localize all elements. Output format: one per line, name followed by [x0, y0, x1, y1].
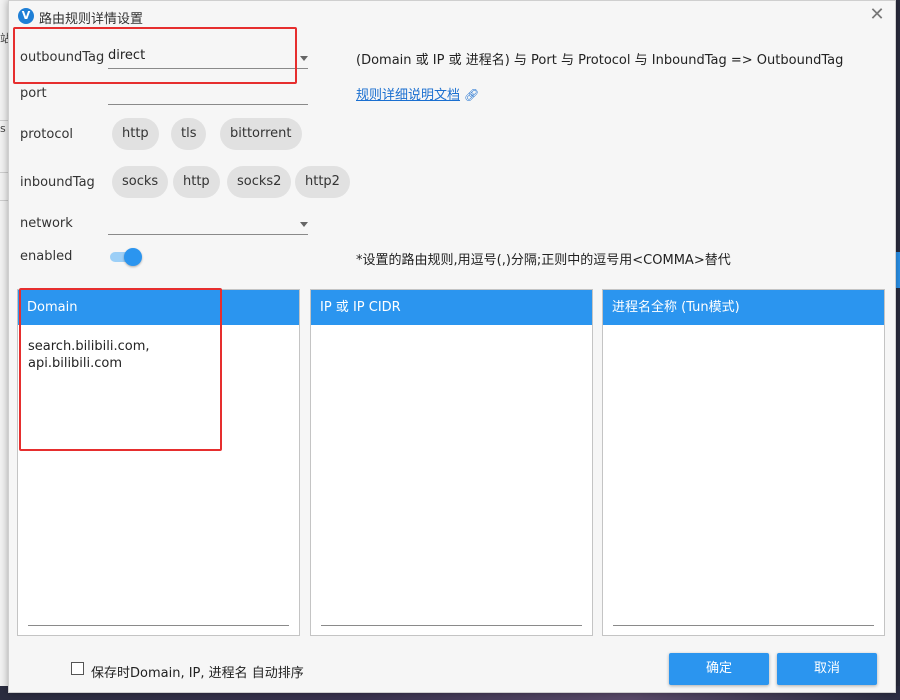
port-label: port [20, 86, 47, 101]
outbound-tag-select[interactable]: direct [108, 45, 308, 69]
ip-panel-header: IP 或 IP CIDR [311, 290, 592, 325]
cancel-button[interactable]: 取消 [777, 653, 877, 685]
rule-formula-text: (Domain 或 IP 或 进程名) 与 Port 与 Protocol 与 … [356, 53, 844, 68]
dialog-title: 路由规则详情设置 [39, 12, 144, 27]
separator-note-text: *设置的路由规则,用逗号(,)分隔;正则中的逗号用<COMMA>替代 [356, 253, 731, 268]
ip-panel[interactable]: IP 或 IP CIDR [310, 289, 593, 636]
background-text: s [0, 122, 6, 135]
routing-rule-dialog: V 路由规则详情设置 ✕ outboundTag direct port pro… [8, 0, 896, 693]
autosort-checkbox[interactable] [71, 662, 84, 675]
domain-panel[interactable]: Domain search.bilibili.com, api.bilibili… [17, 289, 300, 636]
close-button[interactable]: ✕ [867, 6, 887, 26]
process-panel-header: 进程名全称 (Tun模式) [603, 290, 884, 325]
chevron-down-icon [300, 56, 308, 61]
ok-button[interactable]: 确定 [669, 653, 769, 685]
inbound-chip-socks2[interactable]: socks2 [227, 166, 292, 198]
inbound-chip-http[interactable]: http [173, 166, 220, 198]
domain-panel-header: Domain [18, 290, 299, 325]
protocol-label: protocol [20, 127, 74, 142]
domain-entry: api.bilibili.com [28, 356, 123, 371]
autosort-label: 保存时Domain, IP, 进程名 自动排序 [91, 666, 304, 681]
inbound-tag-label: inboundTag [20, 175, 95, 190]
network-select[interactable] [108, 211, 308, 235]
toggle-thumb [124, 248, 142, 266]
process-panel[interactable]: 进程名全称 (Tun模式) [602, 289, 885, 636]
protocol-chip-tls[interactable]: tls [171, 118, 207, 150]
protocol-chip-http[interactable]: http [112, 118, 159, 150]
rule-doc-link[interactable]: 规则详细说明文档 🔗︎ [356, 84, 479, 103]
port-input[interactable] [108, 81, 308, 105]
inbound-chip-http2[interactable]: http2 [295, 166, 350, 198]
network-label: network [20, 216, 73, 231]
textarea-underline [613, 625, 874, 626]
protocol-chip-bittorrent[interactable]: bittorrent [220, 118, 302, 150]
title-bar: V 路由规则详情设置 ✕ [9, 1, 895, 31]
textarea-underline [28, 625, 289, 626]
chevron-down-icon [300, 222, 308, 227]
domain-textarea[interactable]: search.bilibili.com, api.bilibili.com [28, 338, 291, 372]
enabled-toggle[interactable] [110, 248, 142, 266]
inbound-chip-socks[interactable]: socks [112, 166, 169, 198]
outbound-tag-value: direct [108, 48, 146, 63]
app-logo-icon: V [18, 8, 34, 24]
textarea-underline [321, 625, 582, 626]
enabled-label: enabled [20, 249, 73, 264]
rule-doc-link-text: 规则详细说明文档 [356, 88, 461, 103]
link-icon: 🔗︎ [464, 88, 480, 102]
outbound-tag-label: outboundTag [20, 50, 105, 65]
domain-entry: search.bilibili.com, [28, 339, 150, 354]
